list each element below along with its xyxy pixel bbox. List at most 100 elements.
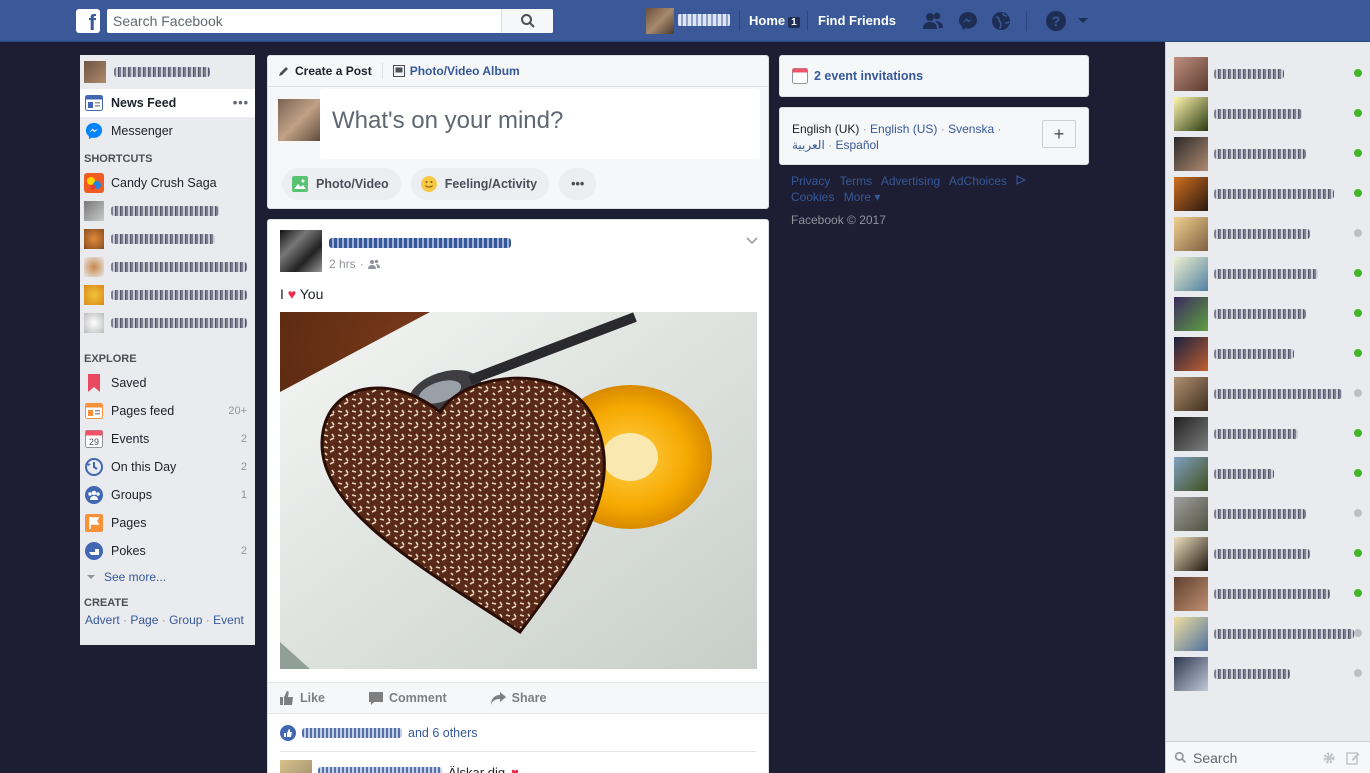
- feeling-activity-button[interactable]: Feeling/Activity: [410, 168, 550, 200]
- see-more-link[interactable]: See more...: [80, 565, 255, 589]
- sidebar-item-groups[interactable]: Groups 1: [80, 481, 255, 509]
- chat-contact[interactable]: [1174, 377, 1364, 411]
- profile-avatar[interactable]: [646, 8, 674, 34]
- photo-album-tab[interactable]: Photo/Video Album: [392, 64, 520, 78]
- help-icon[interactable]: ?: [1045, 11, 1067, 31]
- post-photo[interactable]: [280, 312, 757, 669]
- sidebar-item-events[interactable]: 29 Events 2: [80, 425, 255, 453]
- compose-icon[interactable]: [1346, 751, 1360, 765]
- create-post-tab[interactable]: Create a Post: [278, 64, 372, 78]
- create-page-link[interactable]: Page: [130, 613, 158, 627]
- sidebar-item-pages[interactable]: Pages: [80, 509, 255, 537]
- like-button[interactable]: Like: [280, 691, 325, 705]
- messenger-icon: [84, 121, 104, 141]
- sidebar-item-count: 2: [240, 545, 247, 557]
- news-feed-options-button[interactable]: •••: [233, 96, 249, 110]
- language-link[interactable]: Español: [835, 138, 878, 152]
- chat-contact[interactable]: [1174, 297, 1364, 331]
- footer-link-advertising[interactable]: Advertising: [881, 174, 940, 188]
- shortcut-label: [111, 290, 247, 300]
- chat-contact[interactable]: [1174, 497, 1364, 531]
- status-input[interactable]: What's on your mind?: [320, 89, 760, 159]
- post-author-avatar[interactable]: [280, 230, 322, 272]
- commenter-avatar[interactable]: [280, 760, 312, 773]
- footer-link-privacy[interactable]: Privacy: [791, 174, 830, 188]
- sidebar-item-saved[interactable]: Saved: [80, 369, 255, 397]
- comment-button[interactable]: Comment: [369, 691, 447, 705]
- chat-contact[interactable]: [1174, 257, 1364, 291]
- chat-contact[interactable]: [1174, 57, 1364, 91]
- sidebar-item-messenger[interactable]: Messenger: [80, 117, 255, 145]
- photo-video-button[interactable]: Photo/Video: [282, 168, 401, 200]
- language-link[interactable]: العربية: [792, 138, 825, 152]
- chat-contact[interactable]: [1174, 537, 1364, 571]
- sidebar-shortcut-item[interactable]: [80, 281, 255, 309]
- sidebar-shortcut-item[interactable]: [80, 253, 255, 281]
- create-advert-link[interactable]: Advert: [85, 613, 120, 627]
- add-language-button[interactable]: +: [1042, 120, 1076, 148]
- post-options-icon[interactable]: [746, 234, 758, 248]
- chat-search-bar[interactable]: Search: [1166, 741, 1370, 773]
- profile-name-link[interactable]: [678, 14, 730, 26]
- post-author-name[interactable]: [329, 238, 511, 248]
- friend-requests-icon[interactable]: [922, 11, 944, 31]
- search-button[interactable]: [501, 9, 553, 33]
- shortcuts-heading: SHORTCUTS: [84, 153, 153, 165]
- chat-contact[interactable]: [1174, 577, 1364, 611]
- chat-contact[interactable]: [1174, 337, 1364, 371]
- home-link[interactable]: Home 1: [749, 13, 800, 28]
- chat-contact[interactable]: [1174, 657, 1364, 691]
- footer-link-more[interactable]: More ▾: [844, 190, 881, 204]
- composer-avatar: [278, 99, 322, 141]
- footer-link-terms[interactable]: Terms: [839, 174, 872, 188]
- event-invitations-box[interactable]: 2 event invitations: [779, 55, 1089, 97]
- sidebar-item-news-feed[interactable]: News Feed •••: [80, 89, 255, 117]
- share-button[interactable]: Share: [490, 691, 546, 705]
- sidebar-item-pokes[interactable]: Pokes 2: [80, 537, 255, 565]
- separator-dot: ·: [161, 613, 166, 627]
- copyright: Facebook © 2017: [791, 213, 886, 227]
- messenger-icon[interactable]: [957, 11, 979, 31]
- language-link[interactable]: Svenska: [948, 122, 994, 136]
- sidebar-item-pages-feed[interactable]: Pages feed 20+: [80, 397, 255, 425]
- sidebar-shortcut-item[interactable]: [80, 309, 255, 337]
- chat-contact[interactable]: [1174, 617, 1364, 651]
- chat-contact[interactable]: [1174, 177, 1364, 211]
- facebook-logo[interactable]: f: [76, 9, 100, 33]
- sidebar-item-candy-crush[interactable]: Candy Crush Saga: [80, 169, 255, 197]
- sidebar-item-on-this-day[interactable]: On this Day 2: [80, 453, 255, 481]
- avatar: [1174, 297, 1208, 331]
- create-event-link[interactable]: Event: [213, 613, 244, 627]
- reactions-others: and 6 others: [408, 726, 478, 740]
- post-action-bar: Like Comment Share: [268, 682, 768, 714]
- footer-link-adchoices[interactable]: AdChoices: [949, 174, 1027, 188]
- sidebar-profile[interactable]: [80, 55, 255, 89]
- divider: [1026, 11, 1027, 31]
- shortcut-label: [111, 318, 247, 328]
- find-friends-link[interactable]: Find Friends: [818, 13, 896, 28]
- create-group-link[interactable]: Group: [169, 613, 202, 627]
- chat-contact[interactable]: [1174, 97, 1364, 131]
- notifications-globe-icon[interactable]: [990, 11, 1012, 31]
- photo-album-icon: [392, 65, 405, 77]
- chat-contact[interactable]: [1174, 457, 1364, 491]
- sidebar-shortcut-item[interactable]: [80, 197, 255, 225]
- chat-contact[interactable]: [1174, 137, 1364, 171]
- chat-contact[interactable]: [1174, 217, 1364, 251]
- post-text: I ♥ You: [280, 286, 323, 302]
- chat-contact[interactable]: [1174, 417, 1364, 451]
- reactions-summary[interactable]: and 6 others: [280, 725, 478, 741]
- composer-more-button[interactable]: •••: [559, 168, 597, 200]
- friends-privacy-icon[interactable]: [367, 259, 380, 269]
- sidebar-item-count: 20+: [228, 405, 247, 417]
- post-timestamp[interactable]: 2 hrs: [329, 257, 356, 271]
- chat-tools: [1322, 751, 1360, 765]
- footer-link-cookies[interactable]: Cookies: [791, 190, 834, 204]
- search-input[interactable]: [107, 9, 501, 33]
- language-link[interactable]: English (US): [870, 122, 937, 136]
- account-menu-icon[interactable]: [1072, 11, 1094, 31]
- sidebar-item-label: Groups: [111, 488, 152, 502]
- sidebar-shortcut-item[interactable]: [80, 225, 255, 253]
- gear-icon[interactable]: [1322, 751, 1336, 765]
- commenter-name[interactable]: [318, 767, 442, 773]
